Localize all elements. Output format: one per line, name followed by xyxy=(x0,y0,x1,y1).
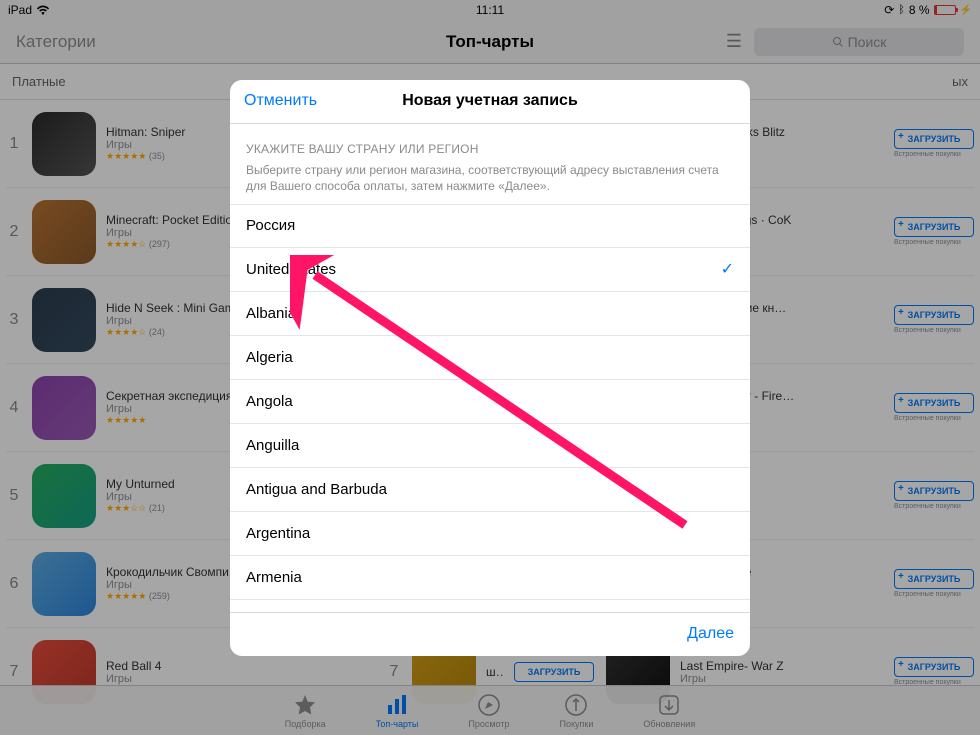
checkmark-icon: ✓ xyxy=(721,259,734,279)
next-button[interactable]: Далее xyxy=(687,625,734,643)
modal-header: Отменить Новая учетная запись xyxy=(230,80,750,124)
country-row[interactable]: Anguilla xyxy=(230,424,750,468)
section-header: Укажите вашу страну или регион xyxy=(230,124,750,162)
country-name: Angola xyxy=(246,393,293,410)
country-row[interactable]: Angola xyxy=(230,380,750,424)
country-row[interactable]: Antigua and Barbuda xyxy=(230,468,750,512)
country-name: Argentina xyxy=(246,525,310,542)
country-name: Albania xyxy=(246,305,296,322)
country-name: United States xyxy=(246,261,336,278)
country-name: Россия xyxy=(246,217,295,234)
new-account-modal: Отменить Новая учетная запись Укажите ва… xyxy=(230,80,750,656)
country-row[interactable]: Armenia xyxy=(230,556,750,600)
modal-title: Новая учетная запись xyxy=(402,92,578,110)
country-row[interactable]: Argentina xyxy=(230,512,750,556)
country-row[interactable]: Algeria xyxy=(230,336,750,380)
modal-body: Укажите вашу страну или регион Выберите … xyxy=(230,124,750,612)
country-row[interactable]: Albania xyxy=(230,292,750,336)
country-name: Anguilla xyxy=(246,437,299,454)
country-list[interactable]: Россия United States ✓ Albania Algeria Angola… xyxy=(230,204,750,612)
cancel-button[interactable]: Отменить xyxy=(244,92,317,110)
country-name: Algeria xyxy=(246,349,293,366)
country-row[interactable]: Россия xyxy=(230,204,750,248)
country-name: Armenia xyxy=(246,569,302,586)
country-row[interactable]: United States ✓ xyxy=(230,248,750,292)
section-description: Выберите страну или регион магазина, соо… xyxy=(230,162,750,204)
modal-footer: Далее xyxy=(230,612,750,656)
country-row[interactable]: Australia xyxy=(230,600,750,612)
country-name: Antigua and Barbuda xyxy=(246,481,387,498)
